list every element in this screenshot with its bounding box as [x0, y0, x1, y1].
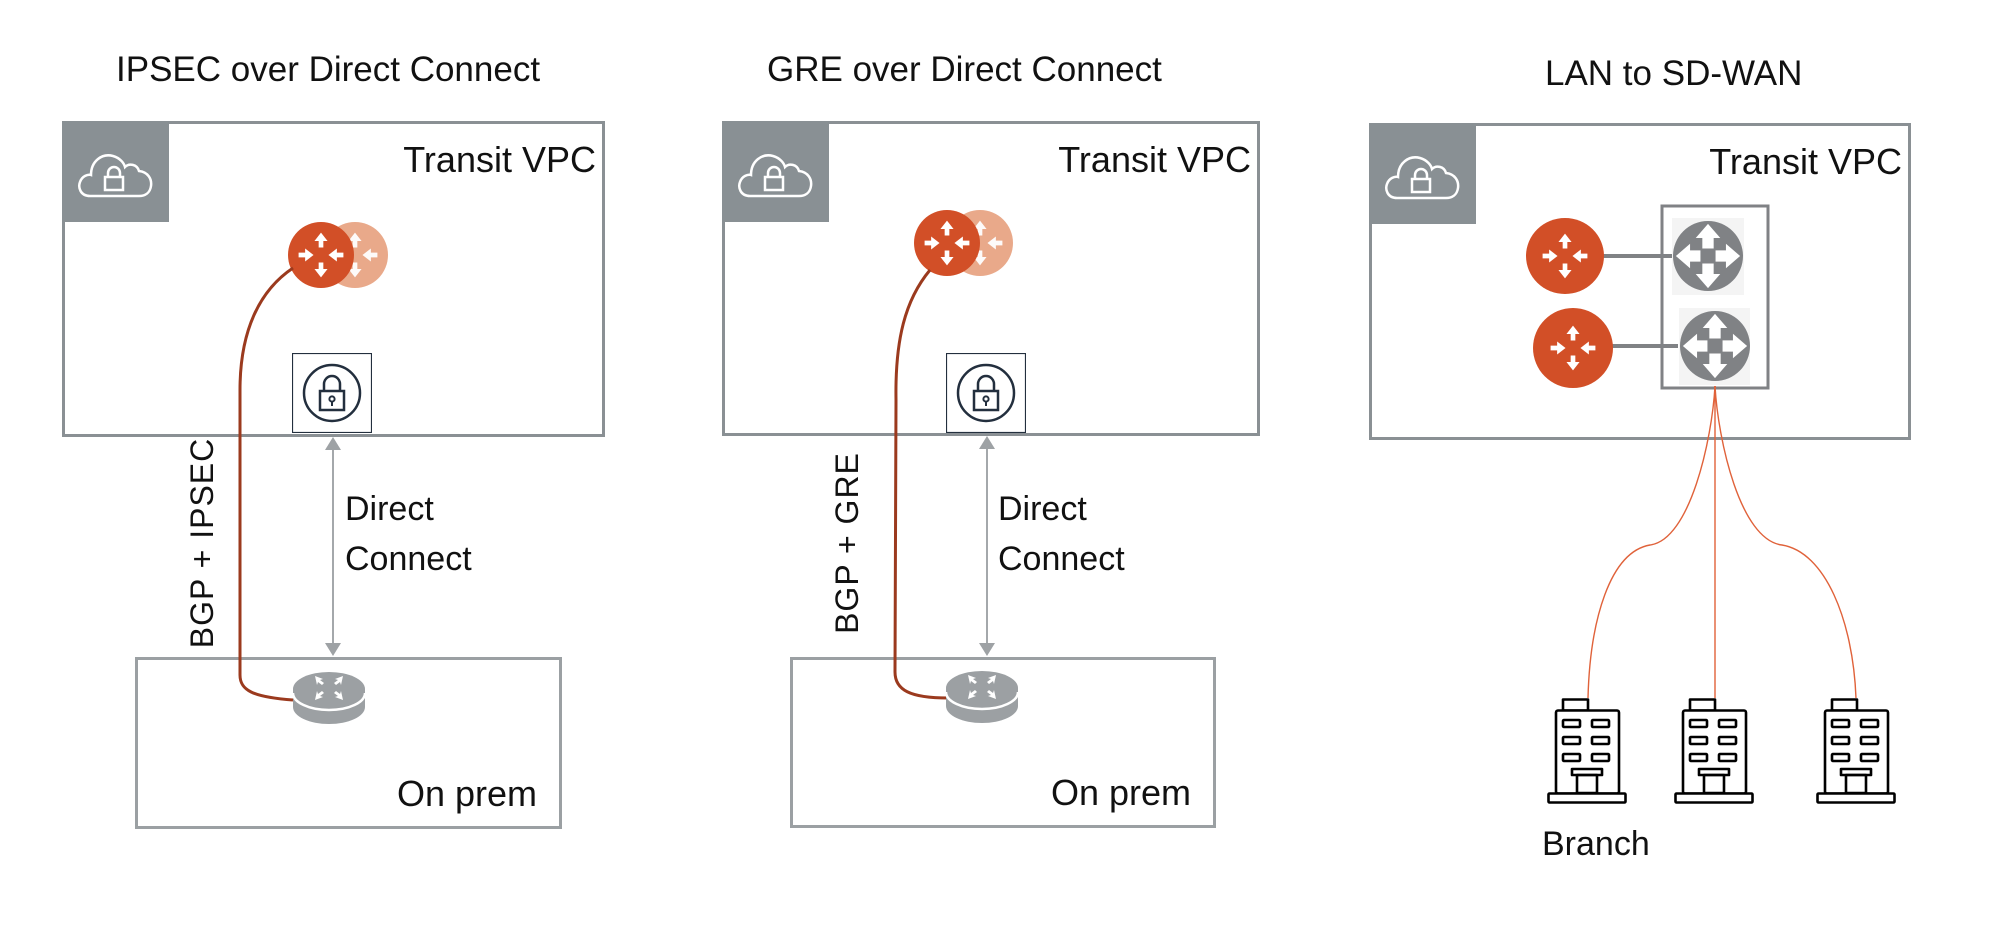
direct-connect-label: Direct Connect: [345, 484, 472, 584]
transit-vpc-label: Transit VPC: [1709, 141, 1902, 182]
on-prem-box: On prem: [135, 657, 562, 829]
on-prem-box: On prem: [790, 657, 1216, 828]
transit-vpc-box: Transit VPC: [722, 121, 1260, 436]
branch-label: Branch: [1542, 825, 1650, 863]
transit-vpc-label: Transit VPC: [1058, 139, 1251, 180]
direct-connect-line2: Connect: [345, 540, 472, 578]
tunnel-label: BGP + IPSEC: [184, 437, 220, 649]
cloud-lock-icon: [78, 154, 153, 198]
branch-building-icon: [1674, 698, 1754, 804]
direct-connect-label: Direct Connect: [998, 484, 1125, 584]
direct-connect-arrow: [325, 437, 341, 656]
on-prem-label: On prem: [396, 773, 537, 814]
on-prem-label: On prem: [1050, 772, 1191, 813]
direct-connect-line1: Direct: [345, 490, 434, 528]
transit-vpc-label: Transit VPC: [403, 139, 596, 180]
direct-connect-line2: Connect: [998, 540, 1125, 578]
direct-connect-line1: Direct: [998, 490, 1087, 528]
cloud-lock-icon: [738, 154, 813, 198]
vpc-cloud-tile: [62, 121, 169, 222]
panel-title: LAN to SD-WAN: [1545, 54, 1803, 93]
transit-vpc-box: Transit VPC: [62, 121, 605, 437]
branch-building-icon: [1547, 698, 1627, 804]
cloud-lock-icon: [1385, 156, 1460, 200]
tunnel-label: BGP + GRE: [829, 452, 865, 634]
direct-connect-arrow: [979, 436, 995, 656]
vpc-cloud-tile: [1369, 123, 1476, 224]
panel-title: IPSEC over Direct Connect: [116, 50, 541, 89]
transit-vpc-box: Transit VPC: [1369, 123, 1911, 440]
panel-title: GRE over Direct Connect: [767, 50, 1162, 89]
branch-building-icon: [1816, 698, 1896, 804]
vpc-cloud-tile: [722, 121, 829, 222]
